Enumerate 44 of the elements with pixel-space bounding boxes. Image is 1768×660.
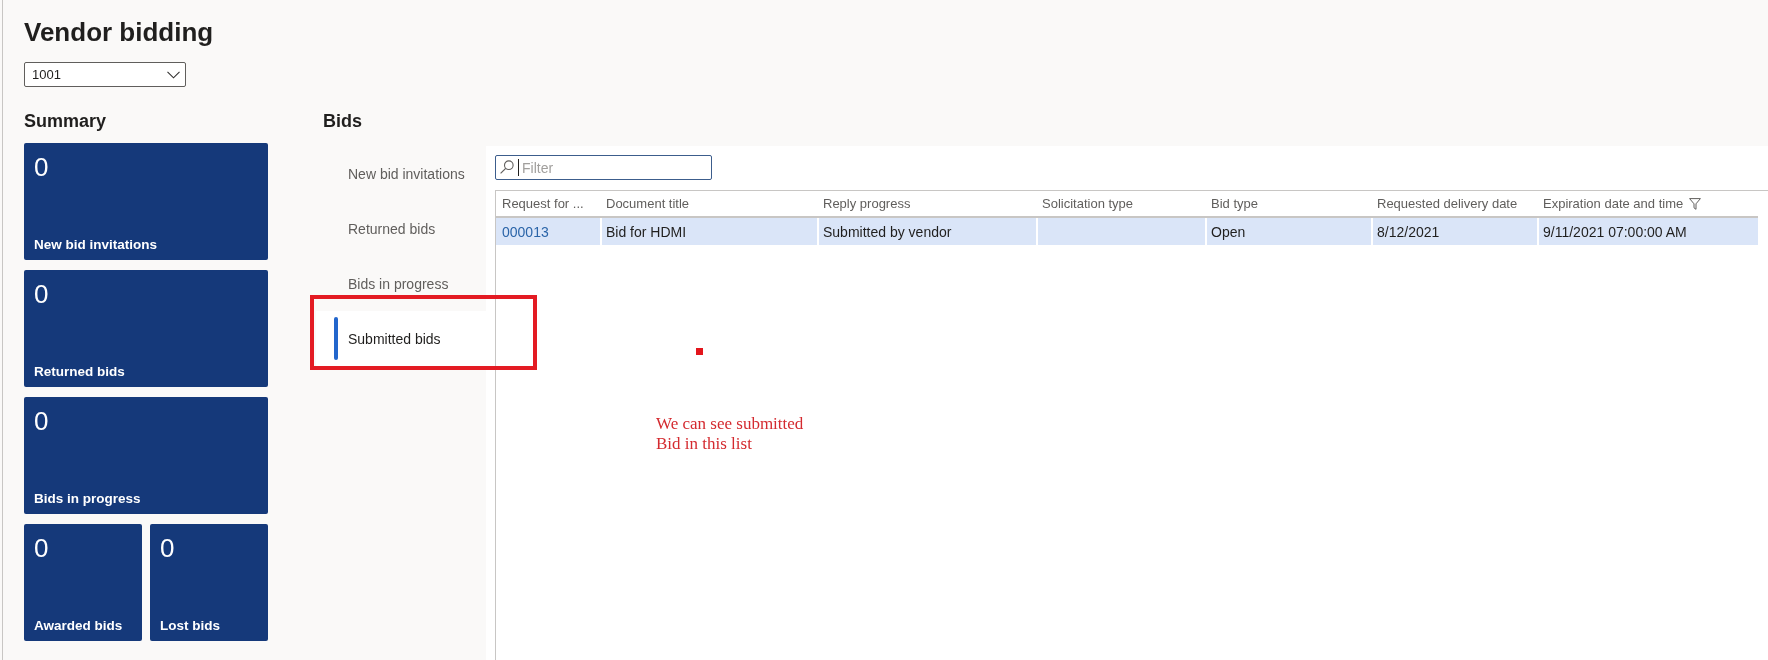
tile-count: 0 xyxy=(160,533,175,563)
tile-label: Lost bids xyxy=(160,617,220,635)
section-heading: Bids xyxy=(322,110,362,133)
column-header[interactable]: Expiration date and time xyxy=(1537,191,1758,216)
tab[interactable]: Submitted bids xyxy=(316,311,486,366)
summary-tile[interactable]: 0 Returned bids xyxy=(24,270,268,387)
summary-tile[interactable]: 0 Lost bids xyxy=(150,524,268,641)
search-icon xyxy=(500,160,514,174)
summary-tile[interactable]: 0 New bid invitations xyxy=(24,143,268,260)
table-cell: Open xyxy=(1205,218,1371,245)
column-header[interactable]: Document title xyxy=(600,191,817,216)
tile-label: New bid invitations xyxy=(34,236,157,254)
tile-count: 0 xyxy=(34,279,49,309)
filter-field[interactable]: Filter xyxy=(495,155,712,180)
tile-count: 0 xyxy=(34,152,49,182)
table-row[interactable]: 000013 Bid for HDMI Submitted by vendor Open 8/12/2021 9/11/2021 07:00:00 AM xyxy=(496,218,1758,245)
square-mark-icon xyxy=(696,348,703,355)
column-header[interactable]: Requested delivery date xyxy=(1371,191,1537,216)
chevron-down-icon xyxy=(167,70,180,79)
column-header[interactable]: Reply progress xyxy=(817,191,1036,216)
tab[interactable]: New bid invitations xyxy=(316,146,486,201)
tab[interactable]: Returned bids xyxy=(316,201,486,256)
table-cell: Submitted by vendor xyxy=(817,218,1036,245)
selection-bar-icon xyxy=(334,317,338,360)
tile-count: 0 xyxy=(34,533,49,563)
tile-count: 0 xyxy=(34,406,49,436)
section-heading: Summary xyxy=(24,110,108,133)
request-link[interactable]: 000013 xyxy=(502,223,549,240)
column-header[interactable]: Request for ... xyxy=(496,191,600,216)
tile-label: Returned bids xyxy=(34,363,125,381)
page-title: Vendor bidding xyxy=(24,16,214,48)
column-header[interactable]: Bid type xyxy=(1205,191,1371,216)
table-cell: 8/12/2021 xyxy=(1371,218,1537,245)
tile-label: Bids in progress xyxy=(34,490,141,508)
table-cell: Bid for HDMI xyxy=(600,218,817,245)
tab[interactable]: Bids in progress xyxy=(316,256,486,311)
column-header[interactable]: Solicitation type xyxy=(1036,191,1205,216)
summary-tile[interactable]: 0 Awarded bids xyxy=(24,524,142,641)
text-cursor-icon xyxy=(518,159,519,176)
table-cell: 9/11/2021 07:00:00 AM xyxy=(1537,218,1758,245)
vendor-select[interactable]: 1001 xyxy=(24,62,186,87)
annotation-note: We can see submitted Bid in this list xyxy=(656,414,804,454)
summary-tile[interactable]: 0 Bids in progress xyxy=(24,397,268,514)
tile-label: Awarded bids xyxy=(34,617,123,635)
